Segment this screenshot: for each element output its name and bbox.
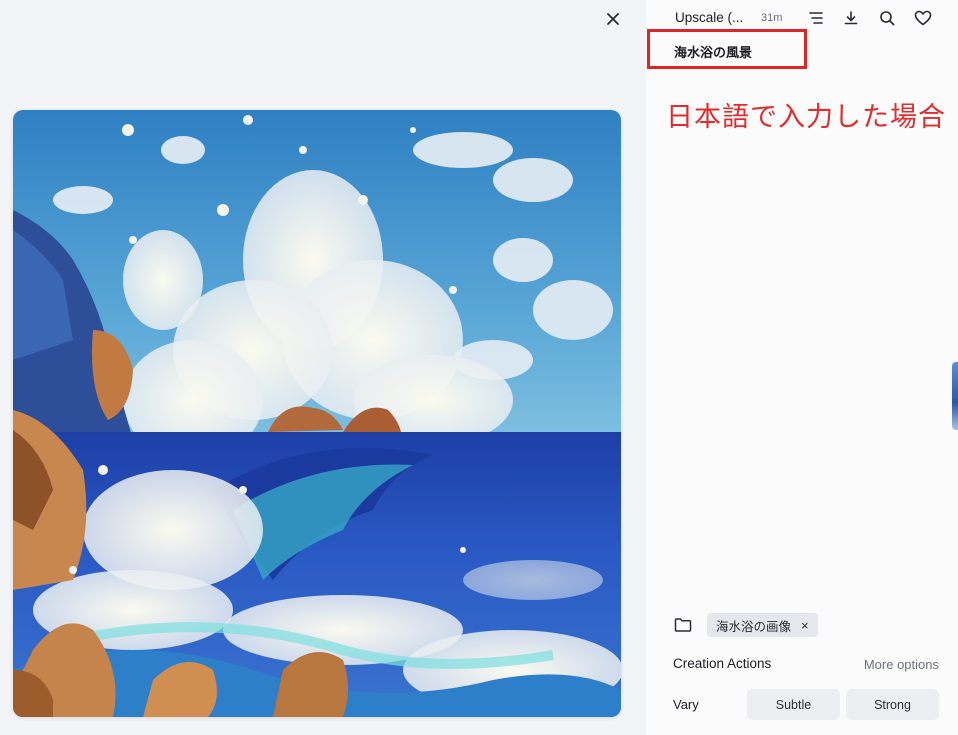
image-viewer	[0, 0, 646, 735]
job-title: Upscale (...	[675, 10, 744, 25]
annotation-text: 日本語で入力した場合	[666, 102, 946, 132]
generated-image[interactable]	[13, 110, 621, 717]
vary-strong-button[interactable]: Strong	[846, 689, 939, 720]
detail-panel: Upscale (... 31m 海水浴の風景 日本語で入力した場合 海水浴の画…	[646, 0, 958, 735]
favorite-button[interactable]	[911, 6, 935, 30]
folder-tag[interactable]: 海水浴の画像 ×	[707, 613, 818, 637]
heart-icon	[914, 10, 932, 26]
close-button[interactable]	[600, 6, 626, 32]
job-time: 31m	[761, 12, 783, 24]
next-image-thumbnail[interactable]	[952, 362, 958, 430]
prompt-text[interactable]: 海水浴の風景	[674, 42, 752, 61]
remove-tag-icon[interactable]: ×	[801, 618, 809, 633]
search-button[interactable]	[875, 6, 899, 30]
menu-button[interactable]	[804, 6, 828, 30]
search-icon	[880, 11, 895, 26]
close-icon	[607, 13, 619, 25]
seascape-illustration	[13, 110, 621, 717]
more-options-link[interactable]: More options	[864, 657, 939, 672]
vary-label: Vary	[673, 697, 699, 712]
download-button[interactable]	[839, 6, 863, 30]
menu-icon	[809, 12, 823, 24]
folder-icon[interactable]	[674, 617, 692, 633]
creation-actions-title: Creation Actions	[673, 656, 772, 671]
download-icon	[844, 11, 858, 25]
folder-tag-label: 海水浴の画像	[716, 619, 792, 634]
vary-subtle-button[interactable]: Subtle	[747, 689, 840, 720]
